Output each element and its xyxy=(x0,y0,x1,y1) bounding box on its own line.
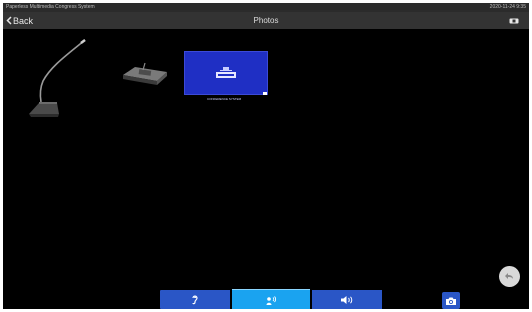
listen-button[interactable] xyxy=(160,290,230,309)
volume-button[interactable] xyxy=(312,290,382,309)
speak-icon xyxy=(266,295,277,305)
status-datetime: 2020-11-24 9:35 xyxy=(489,4,526,10)
camera-toggle-icon xyxy=(509,18,519,23)
return-button[interactable] xyxy=(499,266,520,287)
bottom-control-bar xyxy=(160,289,382,309)
selection-marker xyxy=(263,92,267,95)
photo-caption: CONFERENCE SYSTEM xyxy=(207,97,242,101)
camera-icon xyxy=(446,297,456,305)
app-name: Paperless Multimedia Congress System xyxy=(6,4,95,10)
nav-bar: Back Photos xyxy=(3,12,529,29)
delegate-unit-image xyxy=(123,62,167,85)
camera-button[interactable] xyxy=(442,292,460,309)
photo-thumbnail-screen[interactable] xyxy=(184,51,268,95)
status-bar: Paperless Multimedia Congress System 202… xyxy=(3,3,529,12)
speak-button[interactable] xyxy=(232,289,310,309)
screen-capture-image xyxy=(216,67,236,78)
page-title: Photos xyxy=(253,16,279,25)
app-window: Paperless Multimedia Congress System 202… xyxy=(3,3,529,309)
menu-button[interactable] xyxy=(505,16,523,25)
photo-thumbnail-microphone[interactable] xyxy=(23,36,89,120)
speaker-icon xyxy=(341,295,353,304)
ear-icon xyxy=(192,295,198,305)
return-icon xyxy=(505,273,513,279)
photo-thumbnail-delegate-unit[interactable] xyxy=(121,61,171,87)
gooseneck-microphone-image xyxy=(29,39,86,117)
